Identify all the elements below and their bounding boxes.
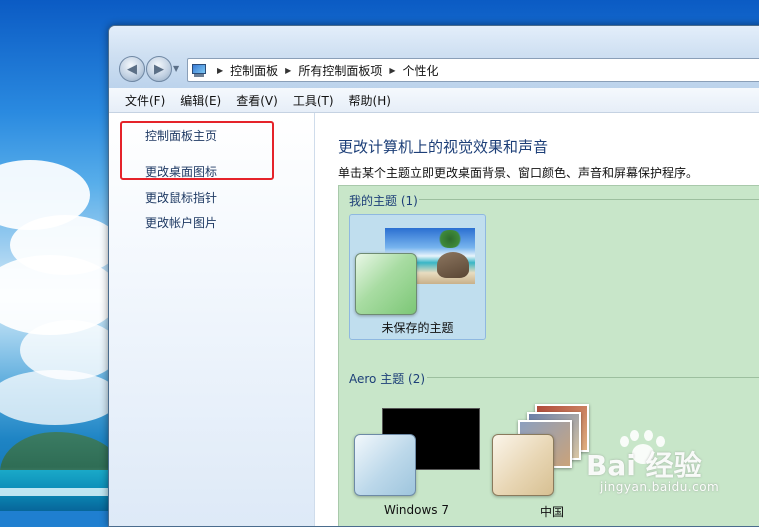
recent-pages-dropdown-icon[interactable]: ▼ [173, 64, 179, 73]
menu-help[interactable]: 帮助(H) [349, 92, 391, 109]
watermark-url: jingyan.baidu.com [600, 480, 720, 494]
back-arrow-icon: ◀ [127, 61, 137, 77]
control-panel-icon [192, 63, 206, 77]
theme-color-swatch [355, 253, 417, 315]
menu-tools[interactable]: 工具(T) [293, 92, 334, 109]
breadcrumb-personalization[interactable]: 个性化 [403, 62, 439, 79]
theme-color-swatch [492, 434, 554, 496]
address-bar[interactable]: ▶ 控制面板 ▶ 所有控制面板项 ▶ 个性化 [187, 58, 759, 82]
baidu-jingyan-watermark: Bai 经验 jingyan.baidu.com [586, 430, 746, 496]
breadcrumb-separator-icon[interactable]: ▶ [285, 66, 291, 75]
breadcrumb-all-items[interactable]: 所有控制面板项 [298, 62, 382, 79]
group-my-themes-label: 我的主题 (1) [349, 194, 418, 208]
group-aero-themes-label: Aero 主题 (2) [349, 372, 426, 386]
window-titlebar: ◀ ▶ ▼ ▶ 控制面板 ▶ 所有控制面板项 ▶ 个性化 [109, 26, 759, 88]
breadcrumb-separator-icon[interactable]: ▶ [389, 66, 395, 75]
link-change-mouse-pointer[interactable]: 更改鼠标指针 [145, 189, 217, 206]
page-description: 单击某个主题立即更改桌面背景、窗口颜色、声音和屏幕保护程序。 [338, 166, 699, 180]
theme-tile-unsaved[interactable]: 未保存的主题 [349, 214, 486, 340]
menu-file[interactable]: 文件(F) [125, 92, 165, 109]
breadcrumb-control-panel[interactable]: 控制面板 [230, 62, 278, 79]
menu-edit[interactable]: 编辑(E) [180, 92, 221, 109]
page-title: 更改计算机上的视觉效果和声音 [338, 138, 549, 156]
menu-view[interactable]: 查看(V) [236, 92, 278, 109]
theme-name: 中国 [539, 505, 564, 519]
forward-button[interactable]: ▶ [146, 56, 172, 82]
back-button[interactable]: ◀ [119, 56, 145, 82]
link-change-account-picture[interactable]: 更改帐户图片 [145, 214, 217, 231]
annotation-highlight-box [120, 121, 274, 180]
theme-name: Windows 7 [383, 503, 449, 517]
menu-bar: 文件(F) 编辑(E) 查看(V) 工具(T) 帮助(H) [109, 88, 759, 113]
theme-name: 未保存的主题 [381, 321, 454, 335]
forward-arrow-icon: ▶ [154, 61, 164, 77]
theme-color-swatch [354, 434, 416, 496]
breadcrumb-separator-icon[interactable]: ▶ [217, 66, 223, 75]
watermark-brand: Bai 经验 [586, 449, 702, 482]
theme-tile-windows7[interactable]: Windows 7 [349, 398, 484, 526]
